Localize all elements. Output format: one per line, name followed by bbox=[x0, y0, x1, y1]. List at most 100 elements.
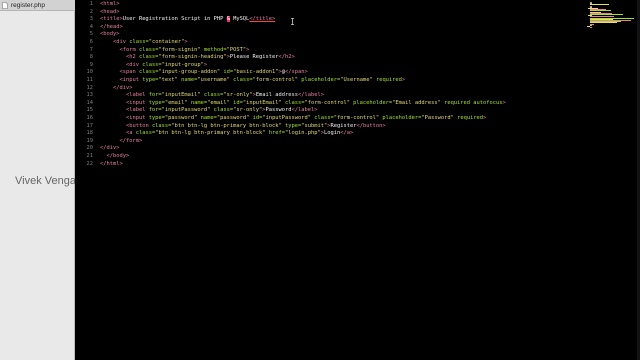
code-token: "inputEmail" bbox=[242, 99, 282, 106]
line-number: 14 bbox=[86, 99, 94, 106]
code-token: "form-signin" bbox=[158, 46, 201, 53]
code-text: <html> bbox=[100, 1, 119, 8]
code-token: > bbox=[184, 39, 188, 45]
code-line[interactable]: 7 <form class="form-signin" method="POST… bbox=[75, 47, 565, 54]
code-line[interactable]: 8 <h2 class="form-signin-heading">Please… bbox=[75, 54, 565, 61]
code-line[interactable]: 16 <input type="password" name="password… bbox=[75, 115, 565, 122]
code-token: class= bbox=[135, 130, 156, 137]
open-file-name: register.php bbox=[11, 2, 45, 9]
open-file-item[interactable]: register.php bbox=[2, 1, 45, 10]
line-number: 16 bbox=[86, 115, 94, 121]
code-line[interactable]: 1 <html> bbox=[75, 1, 565, 8]
line-number: 19 bbox=[86, 137, 94, 144]
code-token: type= bbox=[148, 115, 165, 121]
code-line[interactable]: 21 </body> bbox=[75, 153, 565, 160]
code-token: "login.php" bbox=[285, 130, 321, 137]
code-token: "input-group-addon" bbox=[158, 69, 221, 76]
minimap-line bbox=[589, 24, 592, 26]
code-line[interactable]: 3 <title>User Registration Script in PHP … bbox=[75, 16, 565, 23]
code-token: </div> bbox=[112, 84, 133, 91]
code-token: class= bbox=[200, 92, 224, 99]
code-line[interactable]: 11 <input type="text" name="username" cl… bbox=[75, 77, 565, 84]
code-token: for= bbox=[148, 92, 162, 99]
code-line[interactable]: 2 <head> bbox=[75, 9, 565, 16]
code-token: id= bbox=[229, 99, 243, 106]
code-line[interactable]: 12 </div> bbox=[75, 85, 565, 92]
code-token: </h2> bbox=[278, 54, 295, 61]
code-token: </head> bbox=[100, 23, 123, 30]
code-text: <input type="password" name="password" i… bbox=[100, 115, 486, 122]
code-token: </div> bbox=[100, 145, 120, 152]
code-token: required bbox=[372, 77, 402, 83]
code-token: "email" bbox=[164, 99, 188, 106]
code-token: type= bbox=[142, 77, 159, 83]
code-token: <input bbox=[125, 99, 149, 106]
code-text: <head> bbox=[100, 9, 119, 16]
code-token: placeholder= bbox=[379, 115, 422, 121]
code-line[interactable]: 6 <div class="container"> bbox=[75, 39, 565, 46]
code-text: <title>User Registration Script in PHP &… bbox=[100, 16, 275, 23]
code-token: </body> bbox=[106, 153, 130, 159]
code-token: <body> bbox=[100, 31, 120, 38]
code-token: "Email address" bbox=[392, 99, 441, 106]
sidebar-header: register.php bbox=[0, 0, 75, 11]
code-token: id= bbox=[249, 115, 263, 121]
code-line[interactable]: 14 <input type="email" name="email" id="… bbox=[75, 100, 565, 107]
code-token: Password bbox=[265, 107, 292, 114]
code-token: required autofocus bbox=[440, 99, 503, 106]
code-token: "POST" bbox=[226, 46, 247, 53]
code-text: </body> bbox=[100, 153, 130, 160]
line-number: 15 bbox=[86, 107, 94, 114]
code-text: <button class="btn btn-lg btn-primary bt… bbox=[100, 123, 386, 130]
code-line[interactable]: 10 <span class="input-group-addon" id="b… bbox=[75, 69, 565, 76]
code-editor[interactable]: 1 <html> 2 <head> 3 <title>User Registration … bbox=[75, 0, 640, 360]
line-number: 17 bbox=[86, 122, 94, 129]
code-line[interactable]: 19 </form> bbox=[75, 138, 565, 145]
code-token: name= bbox=[197, 115, 217, 121]
code-token: type= bbox=[148, 99, 165, 106]
code-token: "inputEmail" bbox=[161, 92, 201, 99]
code-token: for= bbox=[148, 107, 162, 114]
code-token: class= bbox=[129, 39, 149, 45]
code-token: <a bbox=[125, 130, 136, 137]
code-text: </html> bbox=[100, 161, 123, 168]
code-line[interactable]: 4 </head> bbox=[75, 24, 565, 31]
line-number: 10 bbox=[86, 69, 94, 76]
code-token: <div bbox=[112, 39, 130, 45]
minimap[interactable] bbox=[575, 0, 640, 30]
line-number: 4 bbox=[89, 23, 93, 30]
code-token: method= bbox=[200, 46, 227, 53]
code-token: <span bbox=[119, 69, 139, 76]
code-token: class= bbox=[281, 99, 305, 106]
code-token: "form-control" bbox=[304, 99, 350, 106]
line-number: 5 bbox=[89, 31, 93, 38]
code-token: <label bbox=[125, 107, 149, 114]
code-text: <input type="text" name="username" class… bbox=[100, 77, 405, 84]
code-line[interactable]: 9 <div class="input-group"> bbox=[75, 62, 565, 69]
line-number: 9 bbox=[89, 61, 93, 68]
code-token: User Registration Script in PHP bbox=[122, 16, 227, 23]
code-token: name= bbox=[187, 99, 208, 106]
line-number: 20 bbox=[86, 145, 94, 152]
code-line[interactable]: 22 </html> bbox=[75, 161, 565, 168]
code-line[interactable]: 18 <a class="btn btn-lg btn-primary btn-… bbox=[75, 130, 565, 137]
code-line[interactable]: 5 <body> bbox=[75, 31, 565, 38]
code-text: <form class="form-signin" method="POST"> bbox=[100, 47, 249, 54]
code-line[interactable]: 13 <label for="inputEmail" class="sr-onl… bbox=[75, 92, 565, 99]
code-line[interactable]: 20 </div> bbox=[75, 145, 565, 152]
code-token: > bbox=[203, 61, 208, 68]
code-line[interactable]: 15 <label for="inputPassword" class="sr-… bbox=[75, 107, 565, 114]
line-number: 13 bbox=[86, 92, 94, 99]
line-number: 1 bbox=[89, 1, 93, 7]
code-token: "container" bbox=[148, 39, 185, 45]
code-line[interactable]: 17 <button class="btn btn-lg btn-primary… bbox=[75, 123, 565, 130]
